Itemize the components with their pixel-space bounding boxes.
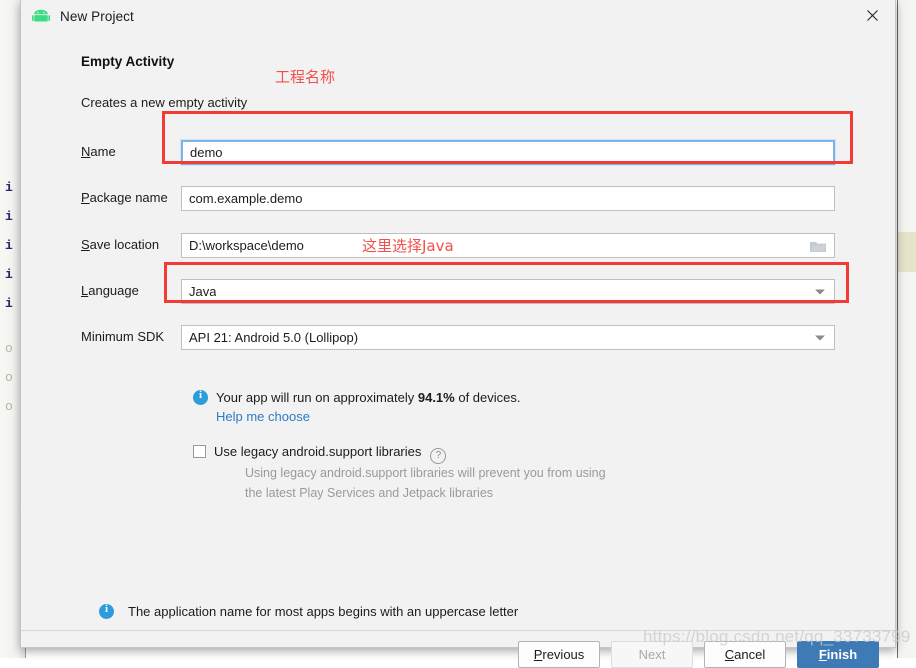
api-coverage-text: Your app will run on approximately 94.1%… bbox=[216, 390, 521, 405]
dialog-button-bar: Previous Next Cancel Finish bbox=[518, 641, 879, 668]
page-subtitle: Creates a new empty activity bbox=[81, 95, 248, 110]
finish-button[interactable]: Finish bbox=[797, 641, 879, 668]
minimum-sdk-dropdown-value: API 21: Android 5.0 (Lollipop) bbox=[189, 330, 359, 345]
next-button[interactable]: Next bbox=[611, 641, 693, 668]
background-code-char: o bbox=[5, 341, 13, 356]
info-icon bbox=[193, 389, 208, 405]
validation-note-text: The application name for most apps begin… bbox=[128, 604, 519, 619]
api-coverage-text-before: Your app will run on approximately bbox=[216, 390, 418, 405]
package-name-input[interactable]: com.example.demo bbox=[181, 186, 835, 211]
label-save-location: Save location bbox=[81, 237, 159, 252]
language-dropdown-value: Java bbox=[189, 284, 217, 299]
new-project-dialog: New Project Empty Activity Creates a new… bbox=[20, 0, 896, 668]
close-icon[interactable] bbox=[849, 0, 895, 31]
page-title: Empty Activity bbox=[81, 54, 175, 69]
label-text: ackage name bbox=[89, 190, 168, 205]
name-input[interactable]: demo bbox=[180, 139, 836, 166]
api-coverage-text-after: of devices. bbox=[454, 390, 521, 405]
field-row-save-location: Save location D:\workspace\demo bbox=[81, 233, 837, 259]
legacy-libraries-group: Use legacy android.support libraries? Us… bbox=[193, 443, 813, 500]
button-label: ancel bbox=[734, 647, 766, 662]
background-code-char: i bbox=[5, 238, 13, 253]
field-row-name: Name demo bbox=[81, 139, 837, 166]
label-minimum-sdk: Minimum SDK bbox=[81, 329, 165, 344]
api-coverage-info: Your app will run on approximately 94.1%… bbox=[193, 389, 793, 424]
background-code-char: o bbox=[5, 370, 13, 385]
background-code-char: i bbox=[5, 180, 13, 195]
chevron-down-icon bbox=[815, 335, 825, 340]
legacy-libraries-description-line2: the latest Play Services and Jetpack lib… bbox=[245, 486, 494, 500]
field-row-package-name: Package name com.example.demo bbox=[81, 186, 837, 212]
help-me-choose-link[interactable]: Help me choose bbox=[216, 409, 310, 424]
package-name-input-value: com.example.demo bbox=[189, 191, 303, 206]
minimum-sdk-dropdown[interactable]: API 21: Android 5.0 (Lollipop) bbox=[181, 325, 835, 350]
chevron-down-icon bbox=[815, 289, 825, 294]
background-code-char: i bbox=[5, 267, 13, 282]
android-robot-icon bbox=[32, 9, 50, 23]
validation-note: The application name for most apps begin… bbox=[99, 603, 518, 621]
label-name: Name bbox=[81, 144, 116, 159]
dialog-content: Empty Activity Creates a new empty activ… bbox=[21, 32, 895, 668]
legacy-libraries-label: Use legacy android.support libraries bbox=[214, 444, 422, 459]
legacy-libraries-checkbox[interactable] bbox=[193, 445, 206, 458]
language-dropdown[interactable]: Java bbox=[181, 279, 835, 304]
background-code-char: o bbox=[5, 399, 13, 414]
save-location-input-value: D:\workspace\demo bbox=[189, 238, 304, 253]
cancel-button[interactable]: Cancel bbox=[704, 641, 786, 668]
button-label: revious bbox=[542, 647, 585, 662]
save-location-input[interactable]: D:\workspace\demo bbox=[181, 233, 835, 258]
background-code-char: i bbox=[5, 209, 13, 224]
api-coverage-percent: 94.1% bbox=[417, 390, 455, 405]
previous-button[interactable]: Previous bbox=[518, 641, 600, 668]
background-code-char: i bbox=[5, 296, 13, 311]
folder-browse-icon[interactable] bbox=[809, 239, 827, 253]
info-icon bbox=[99, 603, 114, 619]
accel-char: P bbox=[533, 647, 543, 662]
dialog-title: New Project bbox=[60, 8, 134, 24]
label-package-name: Package name bbox=[81, 190, 168, 205]
accel-char: C bbox=[724, 647, 735, 662]
label-language: Language bbox=[81, 283, 139, 298]
field-row-minimum-sdk: Minimum SDK API 21: Android 5.0 (Lollipo… bbox=[81, 325, 837, 351]
legacy-libraries-description-line1: Using legacy android.support libraries w… bbox=[245, 466, 606, 480]
button-label: inish bbox=[826, 647, 858, 662]
label-text: anguage bbox=[88, 283, 139, 298]
accel-char: N bbox=[81, 144, 91, 159]
editor-marker-highlight bbox=[898, 232, 916, 272]
question-mark-icon[interactable]: ? bbox=[430, 448, 447, 464]
accel-char: F bbox=[818, 647, 827, 662]
label-text: ave location bbox=[89, 237, 160, 252]
name-input-value: demo bbox=[190, 145, 223, 160]
button-label: Next bbox=[638, 647, 666, 662]
accel-char: S bbox=[81, 237, 90, 252]
editor-right-strip bbox=[897, 0, 916, 658]
accel-char: P bbox=[81, 190, 90, 205]
label-text: ame bbox=[90, 144, 116, 159]
footer-divider bbox=[21, 630, 895, 631]
dialog-titlebar: New Project bbox=[21, 0, 895, 32]
field-row-language: Language Java bbox=[81, 279, 837, 305]
